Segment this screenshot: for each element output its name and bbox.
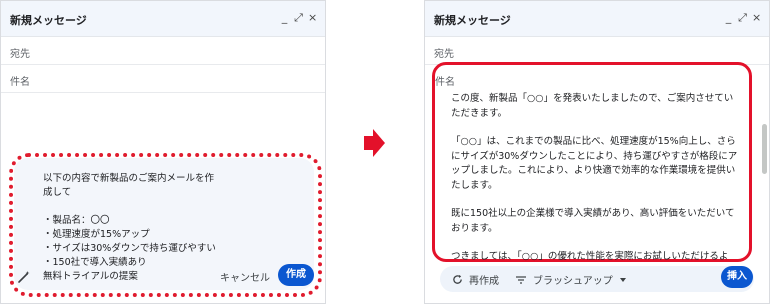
dropdown-caret-icon bbox=[619, 277, 626, 282]
scrollbar-thumb[interactable] bbox=[762, 124, 767, 174]
magic-wand-icon bbox=[18, 271, 30, 283]
expand-icon[interactable]: ⤢ bbox=[738, 12, 747, 24]
generated-paragraph: 既に150社以上の企業様で導入実績があり、高い評価をいただいております。 bbox=[451, 208, 735, 234]
prompt-line: ・150社で導入実績あり bbox=[43, 257, 147, 268]
compose-titlebar: 新規メッセージ _ ⤢ × bbox=[425, 1, 769, 37]
prompt-line: ・処理速度が15%アップ bbox=[43, 229, 150, 240]
regenerate-label: 再作成 bbox=[469, 276, 499, 287]
compose-title: 新規メッセージ bbox=[434, 14, 511, 27]
to-field[interactable]: 宛先 bbox=[425, 37, 769, 65]
subject-field[interactable]: 件名 bbox=[1, 65, 325, 93]
regenerate-button[interactable]: 再作成 bbox=[452, 272, 499, 287]
minimize-icon[interactable]: _ bbox=[724, 12, 733, 24]
to-field[interactable]: 宛先 bbox=[1, 37, 325, 65]
arrow-right-icon bbox=[364, 129, 385, 157]
prompt-line: ・製品名：〇〇 bbox=[43, 215, 110, 226]
generated-paragraph: 「○○」は、これまでの製品に比べ、処理速度が15%向上し、さらにサイズが30%ダ… bbox=[451, 136, 738, 191]
refine-label: ブラッシュアップ bbox=[533, 276, 613, 287]
cancel-button[interactable]: キャンセル bbox=[220, 269, 270, 284]
window-controls: _ ⤢ × bbox=[724, 12, 761, 24]
prompt-line: ・サイズは30%ダウンで持ち運びやすい bbox=[43, 243, 216, 254]
create-button[interactable]: 作成 bbox=[278, 264, 314, 286]
close-icon[interactable]: × bbox=[752, 12, 761, 24]
prompt-text[interactable]: 以下の内容で新製品のご案内メールを作 成して ・製品名：〇〇 ・処理速度が15%… bbox=[43, 172, 273, 284]
refine-lines-icon bbox=[516, 275, 526, 284]
close-icon[interactable]: × bbox=[308, 12, 317, 24]
compose-titlebar: 新規メッセージ _ ⤢ × bbox=[1, 1, 325, 37]
generated-paragraph: つきましては、「○○」の優れた性能を実際にお試しいただけるよ bbox=[451, 251, 729, 262]
minimize-icon[interactable]: _ bbox=[280, 12, 289, 24]
subject-label: 件名 bbox=[10, 77, 30, 88]
prompt-line: 成して bbox=[43, 187, 72, 198]
refresh-icon bbox=[453, 274, 462, 284]
prompt-line bbox=[43, 200, 273, 214]
to-label: 宛先 bbox=[10, 49, 30, 60]
generated-paragraph: この度、新製品「○○」を発表いたしましたので、ご案内させていただきます。 bbox=[451, 93, 734, 119]
expand-icon[interactable]: ⤢ bbox=[294, 12, 303, 24]
insert-button[interactable]: 挿入 bbox=[721, 266, 753, 288]
generated-body[interactable]: この度、新製品「○○」を発表いたしましたので、ご案内させていただきます。 「○○… bbox=[451, 92, 741, 279]
to-label: 宛先 bbox=[434, 49, 454, 60]
compose-title: 新規メッセージ bbox=[10, 14, 87, 27]
prompt-line: 以下の内容で新製品のご案内メールを作 bbox=[43, 173, 215, 184]
refine-dropdown[interactable]: ブラッシュアップ bbox=[515, 272, 627, 287]
window-controls: _ ⤢ × bbox=[280, 12, 317, 24]
